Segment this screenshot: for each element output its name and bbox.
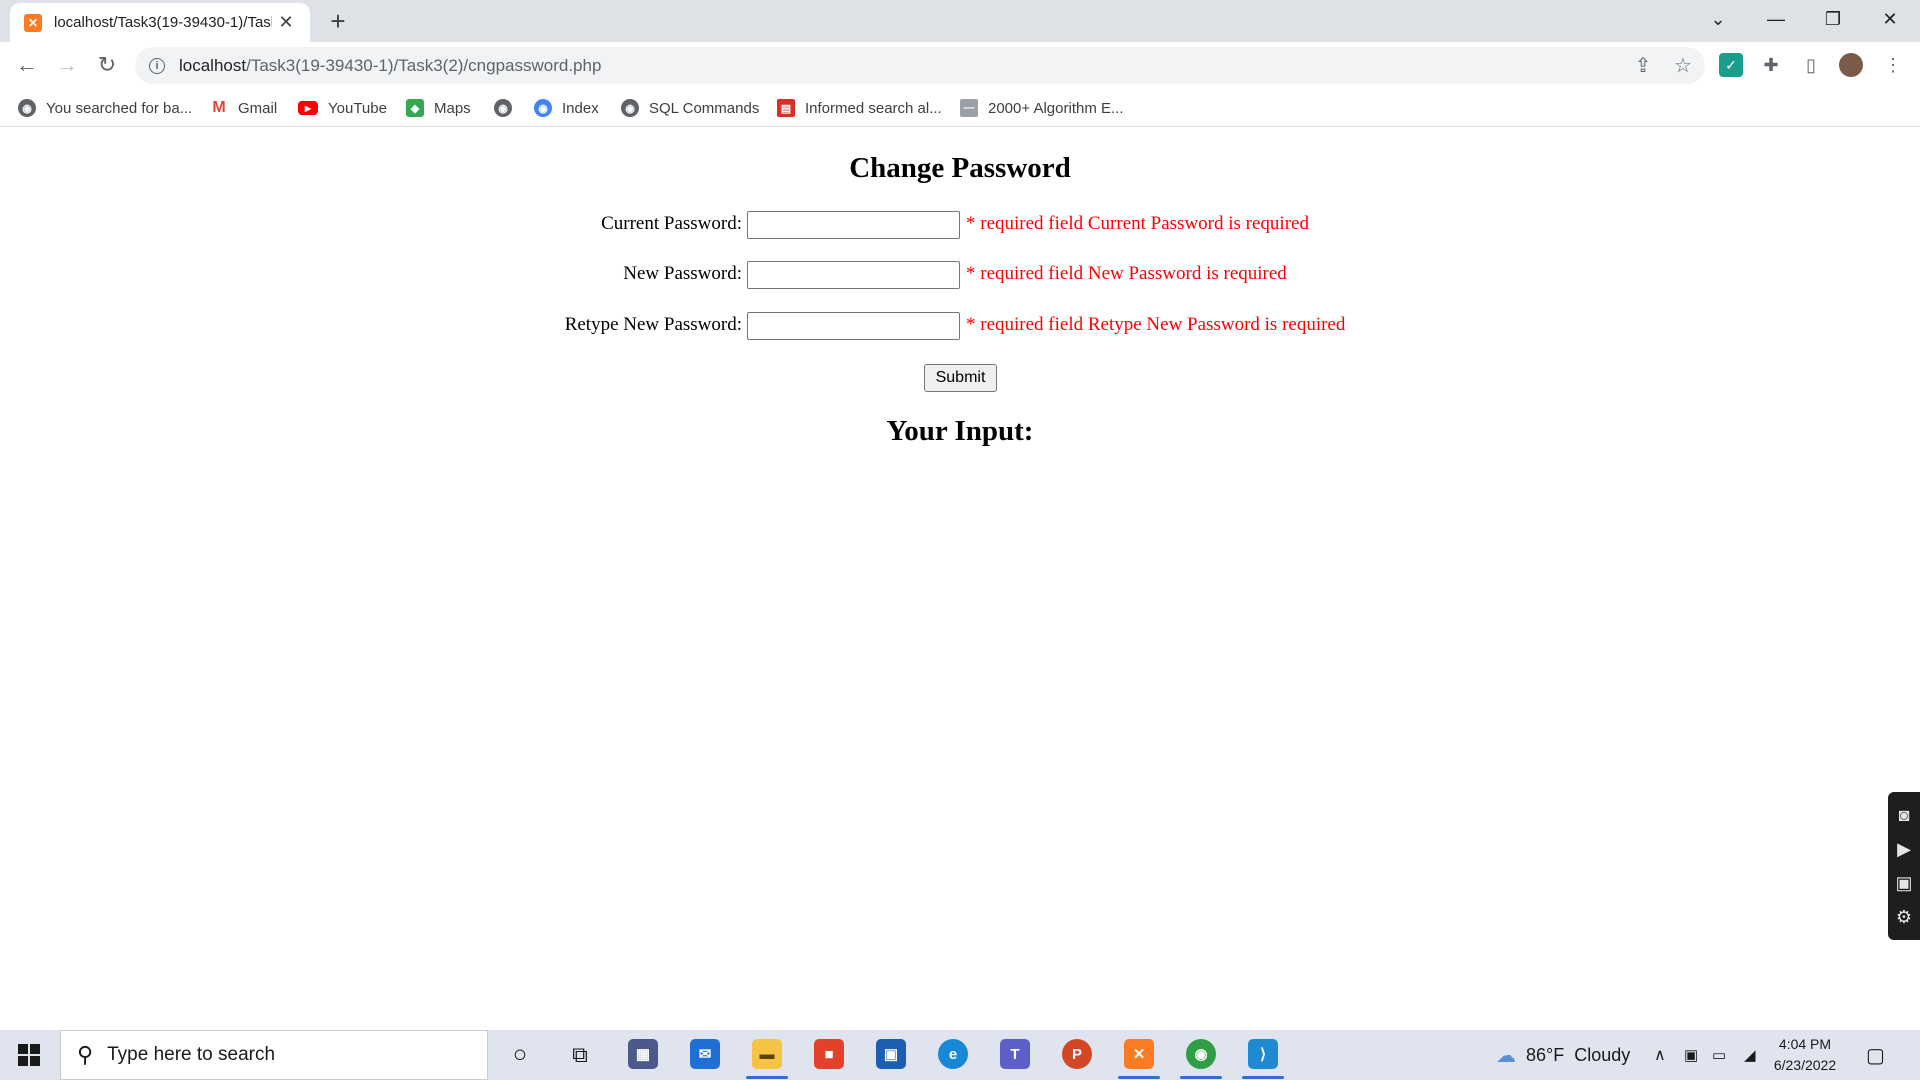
extension-grammar-icon[interactable]: ✓	[1719, 53, 1743, 77]
globe-icon: ◉	[18, 99, 36, 117]
output-heading: Your Input:	[886, 415, 1034, 447]
reload-button[interactable]: ↻	[90, 48, 124, 82]
bookmark-item[interactable]: —2000+ Algorithm E...	[960, 97, 1124, 119]
new-password-error: * required field New Password is require…	[966, 263, 1287, 284]
bookmark-item[interactable]: ◉ SQL Commands	[621, 97, 759, 119]
retype-password-input[interactable]	[747, 312, 960, 340]
clock-time: 4:04 PM	[1778, 1036, 1832, 1052]
globe-icon: ◉	[621, 99, 639, 117]
bookmark-item[interactable]: ▶ YouTube	[298, 97, 387, 119]
retype-password-label: Retype New Password:	[564, 314, 742, 335]
retype-password-row: Retype New Password: * required field Re…	[0, 312, 1920, 342]
news-app-icon[interactable]: ▦	[628, 1039, 658, 1069]
youtube-icon: ▶	[298, 101, 318, 115]
notifications-icon[interactable]: ▢	[1866, 1030, 1885, 1080]
battery-icon[interactable]: ▭	[1712, 1030, 1726, 1080]
device-icon[interactable]: ▣	[1684, 1030, 1698, 1080]
browser-toolbar: ← → ↻ i localhost/Task3(19-39430-1)/Task…	[0, 42, 1920, 89]
extensions-puzzle-icon[interactable]: ✚	[1759, 53, 1783, 77]
tab-search-chevron-icon[interactable]: ⌄	[1690, 0, 1746, 38]
gallery-icon[interactable]: ▣	[1895, 873, 1912, 894]
mail-icon[interactable]: ✉	[690, 1039, 720, 1069]
page-content: Change Password Current Password: * requ…	[0, 128, 1920, 1030]
vscode-icon[interactable]: ⟩	[1248, 1039, 1278, 1069]
new-password-row: New Password: * required field New Passw…	[0, 261, 1920, 291]
globe-icon: ◉	[494, 99, 512, 117]
show-hidden-icons-chevron-icon[interactable]: ∧	[1654, 1030, 1666, 1080]
chrome-icon[interactable]: ◉	[1186, 1039, 1216, 1069]
share-icon[interactable]: ⇪	[1628, 50, 1658, 80]
menu-kebab-icon[interactable]: ⋮	[1881, 53, 1905, 77]
maps-icon: ◆	[406, 99, 424, 117]
tab-strip: ✕ localhost/Task3(19-39430-1)/Task3(2)/c…	[0, 0, 1920, 42]
start-button[interactable]	[0, 1030, 58, 1080]
bookmark-item[interactable]: ◆ Maps	[406, 97, 471, 119]
cloud-icon: ☁	[1496, 1044, 1516, 1067]
task-view-icon[interactable]: ⧉	[560, 1037, 600, 1073]
bookmark-item[interactable]: ◉ Index	[534, 97, 599, 119]
bookmark-item[interactable]: ◉ You searched for ba...	[18, 97, 192, 119]
xampp-active-indicator	[1118, 1076, 1160, 1079]
bookmark-star-icon[interactable]: ☆	[1668, 50, 1698, 80]
office-app-icon[interactable]: ■	[814, 1039, 844, 1069]
back-button[interactable]: ←	[10, 48, 44, 82]
bookmark-item[interactable]: ◉	[494, 97, 522, 119]
current-password-label: Current Password:	[601, 213, 742, 234]
windows-taskbar: ⚲ Type here to search ○ ⧉ ▦ ✉ ▬ ■ ▣ e T …	[0, 1030, 1920, 1080]
url-text[interactable]: localhost/Task3(19-39430-1)/Task3(2)/cng…	[179, 56, 601, 76]
clock[interactable]: 4:04 PM 6/23/2022	[1770, 1034, 1840, 1076]
site-info-icon[interactable]: i	[149, 57, 165, 74]
edge-icon[interactable]: e	[938, 1039, 968, 1069]
capture-toolbar: ◙ ▶ ▣ ⚙	[1888, 792, 1920, 940]
cortana-icon[interactable]: ○	[500, 1037, 540, 1073]
bookmarks-bar: ◉ You searched for ba... M Gmail ▶ YouTube …	[0, 89, 1920, 127]
page-title: Change Password	[849, 152, 1071, 184]
profile-avatar[interactable]	[1839, 53, 1863, 77]
forward-button[interactable]: →	[50, 48, 84, 82]
current-password-input[interactable]	[747, 211, 960, 239]
search-icon: ⚲	[77, 1042, 94, 1067]
close-tab-icon[interactable]: ✕	[276, 12, 296, 33]
submit-button[interactable]: Submit	[924, 364, 997, 392]
tab-title: localhost/Task3(19-39430-1)/Task3(2)/cng…	[54, 14, 272, 31]
vscode-active-indicator	[1242, 1076, 1284, 1079]
weather-text: 86°F Cloudy	[1526, 1044, 1631, 1065]
weather-widget[interactable]: ☁ 86°F Cloudy	[1496, 1030, 1630, 1080]
taskbar-search[interactable]: ⚲ Type here to search	[60, 1030, 488, 1080]
minimize-button[interactable]: —	[1748, 0, 1804, 38]
video-icon[interactable]: ▶	[1897, 839, 1911, 860]
restore-button[interactable]: ❐	[1805, 0, 1861, 38]
new-tab-button[interactable]: +	[323, 6, 353, 36]
settings-gear-icon[interactable]: ⚙	[1896, 907, 1912, 928]
address-bar[interactable]: i localhost/Task3(19-39430-1)/Task3(2)/c…	[135, 47, 1705, 84]
close-window-button[interactable]: ✕	[1862, 0, 1918, 38]
current-password-row: Current Password: * required field Curre…	[0, 211, 1920, 241]
new-password-input[interactable]	[747, 261, 960, 289]
bookmark-item[interactable]: M Gmail	[210, 97, 277, 119]
bookmark-item[interactable]: ▤ Informed search al...	[777, 97, 942, 119]
globe-icon: ◉	[534, 99, 552, 117]
retype-password-error: * required field Retype New Password is …	[966, 314, 1346, 335]
slides-icon: ▤	[777, 99, 795, 117]
gmail-icon: M	[210, 99, 228, 117]
browser-tab[interactable]: ✕ localhost/Task3(19-39430-1)/Task3(2)/c…	[10, 3, 310, 42]
xampp-icon[interactable]: ✕	[1124, 1039, 1154, 1069]
xampp-favicon-icon: ✕	[24, 13, 42, 32]
windows-logo-icon	[18, 1044, 40, 1066]
file-explorer-active-indicator	[746, 1076, 788, 1079]
camera-icon[interactable]: ◙	[1899, 805, 1910, 826]
current-password-error: * required field Current Password is req…	[966, 213, 1309, 234]
wifi-icon[interactable]: ◢	[1744, 1030, 1756, 1080]
powerpoint-icon[interactable]: P	[1062, 1039, 1092, 1069]
chrome-active-indicator	[1180, 1076, 1222, 1079]
store-icon[interactable]: ▣	[876, 1039, 906, 1069]
search-placeholder: Type here to search	[107, 1044, 276, 1065]
clock-date: 6/23/2022	[1773, 1057, 1837, 1073]
teams-icon[interactable]: T	[1000, 1039, 1030, 1069]
side-panel-icon[interactable]: ▯	[1799, 53, 1823, 77]
doc-icon: —	[960, 99, 978, 117]
file-explorer-icon[interactable]: ▬	[752, 1039, 782, 1069]
new-password-label: New Password:	[623, 263, 742, 284]
